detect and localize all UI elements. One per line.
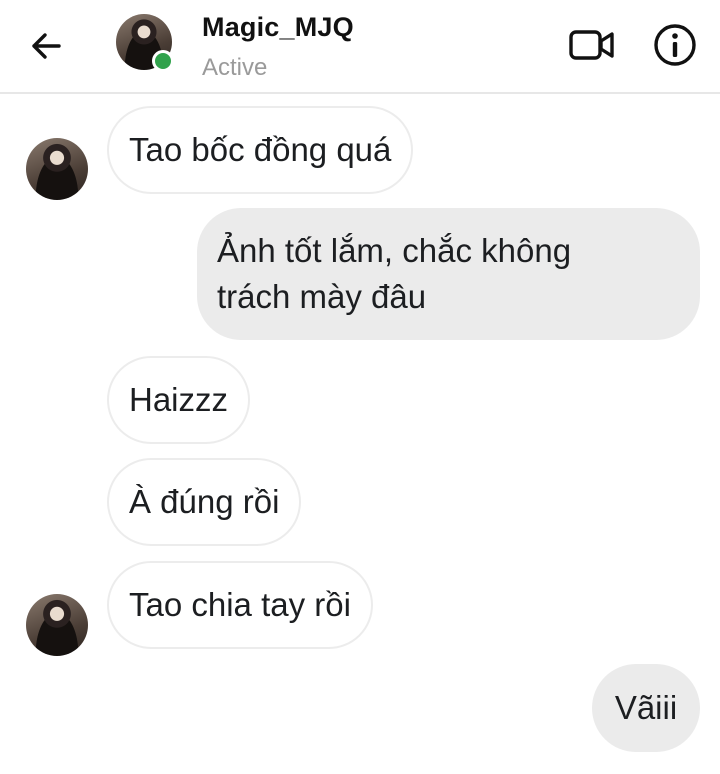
outgoing-message-bubble[interactable]: Vãiii [592, 664, 700, 752]
incoming-message-bubble[interactable]: Tao chia tay rồi [107, 561, 373, 649]
message-text: À đúng rồi [129, 483, 280, 520]
message-text-line-2: trách mày đâu [217, 278, 427, 315]
message-text: Tao bốc đồng quá [129, 131, 392, 168]
chat-screen: Magic_MJQ Active Tao bốc đồng quá Ảnh tố… [0, 0, 720, 774]
outgoing-message-bubble[interactable]: Ảnh tốt lắm, chắc không trách mày đâu [197, 208, 700, 340]
video-call-button[interactable] [566, 24, 618, 66]
contact-name[interactable]: Magic_MJQ [202, 12, 354, 43]
back-arrow-icon [32, 33, 61, 59]
info-button[interactable] [650, 20, 700, 70]
online-status-dot [152, 50, 174, 72]
message-text-line-1: Ảnh tốt lắm, chắc không [217, 232, 572, 269]
incoming-message-bubble[interactable]: Tao bốc đồng quá [107, 106, 414, 194]
contact-avatar-button[interactable] [116, 14, 174, 72]
chat-header: Magic_MJQ Active [0, 0, 720, 94]
info-icon [654, 24, 696, 66]
video-call-icon [569, 30, 614, 60]
message-text: Vãiii [614, 689, 678, 726]
incoming-message-bubble[interactable]: Haizzz [107, 356, 251, 444]
contact-status: Active [202, 54, 268, 81]
message-text: Haizzz [129, 381, 229, 418]
back-button[interactable] [22, 22, 70, 70]
message-text: Tao chia tay rồi [129, 586, 351, 623]
sender-avatar[interactable] [26, 138, 88, 200]
sender-avatar[interactable] [26, 594, 88, 656]
incoming-message-bubble[interactable]: À đúng rồi [107, 458, 302, 546]
